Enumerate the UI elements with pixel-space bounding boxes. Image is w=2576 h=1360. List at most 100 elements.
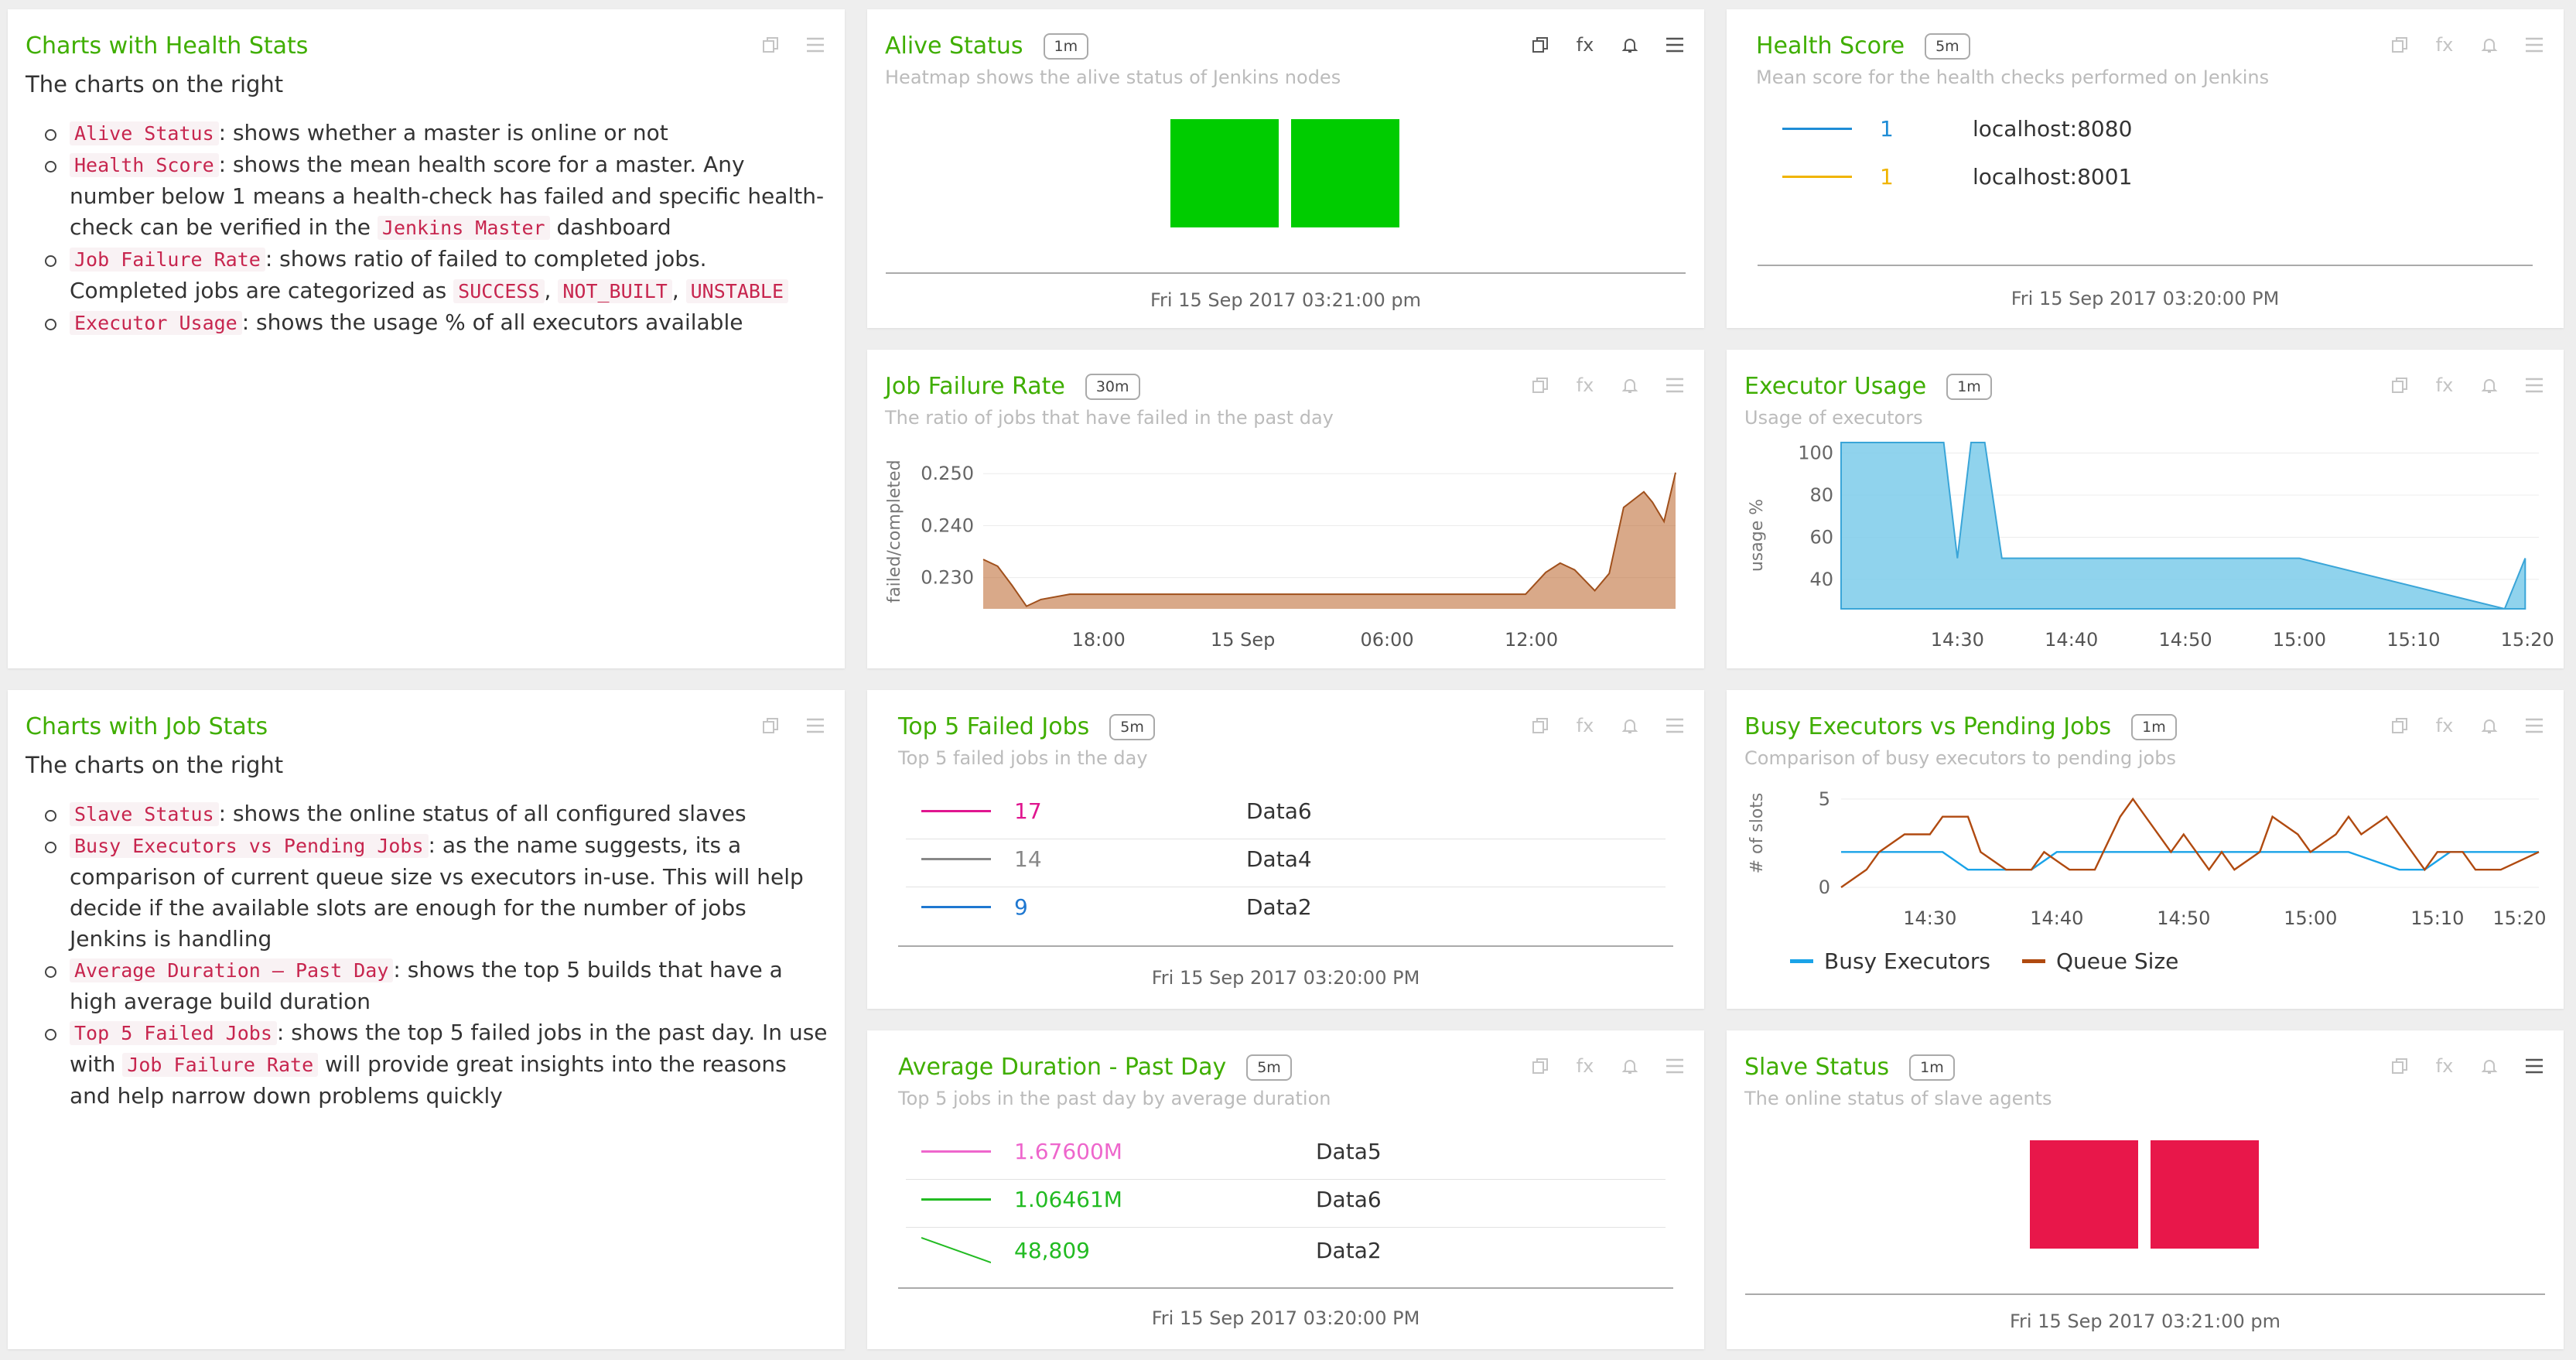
area-fill — [983, 472, 1676, 609]
row-value: 14 — [1014, 846, 1042, 872]
panel-intro: The charts on the right — [26, 752, 284, 778]
x-tick-label: 14:30 — [1931, 629, 1984, 651]
row-value: 48,809 — [1014, 1237, 1090, 1263]
code-chip: Jenkins Master — [377, 216, 550, 240]
bell-icon[interactable] — [1619, 34, 1641, 56]
menu-icon[interactable] — [805, 715, 826, 736]
panel-title: Alive Status 1m — [885, 32, 1089, 60]
bell-icon[interactable] — [2479, 1055, 2500, 1077]
x-tick-label: 15:00 — [2284, 907, 2337, 929]
panel-title: Charts with Job Stats — [26, 713, 268, 740]
fx-icon[interactable]: fx — [2434, 1055, 2455, 1077]
panel-toolbar: fx — [1529, 1055, 1686, 1077]
panel-timestamp: Fri 15 Sep 2017 03:21:00 pm — [2010, 1310, 2280, 1332]
fx-icon[interactable]: fx — [2434, 34, 2455, 56]
x-tick-label: 14:30 — [1903, 907, 1956, 929]
copy-icon[interactable] — [1529, 715, 1551, 736]
menu-icon[interactable] — [2523, 34, 2545, 56]
bell-icon[interactable] — [1619, 1055, 1641, 1077]
panel-title: Health Score 5m — [1756, 32, 1970, 60]
fx-icon[interactable]: fx — [1574, 1055, 1596, 1077]
copy-icon[interactable] — [2389, 1055, 2410, 1077]
panel-title: Slave Status 1m — [1744, 1054, 1955, 1081]
divider — [898, 1287, 1673, 1289]
row-label: localhost:8001 — [1973, 164, 2133, 190]
slave-heat-cell — [2151, 1140, 2259, 1249]
interval-badge: 1m — [1909, 1054, 1955, 1081]
interval-badge: 5m — [1109, 713, 1155, 740]
code-chip: Average Duration – Past Day — [70, 958, 394, 982]
row-swatch — [921, 858, 991, 860]
bell-icon[interactable] — [2479, 34, 2500, 56]
panel-title: Charts with Health Stats — [26, 32, 309, 60]
list-item: Job Failure Rate: shows ratio of failed … — [45, 244, 829, 307]
code-chip: Top 5 Failed Jobs — [70, 1021, 277, 1045]
busy-vs-pending-chart: 5 0 14:30 14:40 14:50 15:00 15:10 15:20 # of slo… — [1748, 788, 2547, 974]
y-tick-label: 40 — [1809, 569, 1833, 590]
row-swatch — [921, 906, 991, 908]
row-label: Data6 — [1246, 798, 1312, 824]
health-row: 1 localhost:8080 — [1782, 116, 2132, 142]
panel-toolbar: fx — [2389, 34, 2545, 56]
row-swatch — [1782, 128, 1852, 130]
y-tick-label: 0 — [1819, 876, 1830, 898]
divider — [886, 272, 1686, 274]
code-chip: Job Failure Rate — [122, 1053, 319, 1077]
legend-label: Busy Executors — [1824, 948, 1990, 974]
executor-usage-chart: 100 80 60 40 14:30 14:40 14:50 15:00 15:10 15:20 u… — [1748, 442, 2554, 651]
panel-subtitle: Heatmap shows the alive status of Jenkin… — [885, 67, 1341, 88]
code-chip: Busy Executors vs Pending Jobs — [70, 834, 429, 858]
health-row: 1 localhost:8001 — [1782, 164, 2132, 190]
row-label: Data4 — [1246, 846, 1312, 872]
copy-icon[interactable] — [760, 34, 781, 56]
job-failure-rate-panel: Job Failure Rate 30m The ratio of jobs th… — [867, 350, 1704, 668]
bell-icon[interactable] — [1619, 715, 1641, 736]
copy-icon[interactable] — [1529, 1055, 1551, 1077]
job-stats-panel: Charts with Job Stats The charts on the … — [8, 690, 845, 1349]
menu-icon[interactable] — [1664, 715, 1686, 736]
y-axis-label: # of slots — [1748, 793, 1767, 874]
list-item: Executor Usage: shows the usage % of all… — [45, 307, 829, 339]
x-tick-label: 15:10 — [2386, 629, 2440, 651]
code-chip: Health Score — [70, 153, 219, 177]
x-tick-label: 15:10 — [2410, 907, 2464, 929]
fx-icon[interactable]: fx — [1574, 34, 1596, 56]
menu-icon[interactable] — [2523, 1055, 2545, 1077]
interval-badge: 5m — [1925, 32, 1970, 60]
menu-icon[interactable] — [1664, 34, 1686, 56]
row-swatch — [921, 810, 991, 812]
y-tick-label: 0.240 — [921, 514, 974, 536]
legend-swatch — [1790, 959, 1813, 963]
health-score-panel: Health Score 5m Mean score for the health… — [1727, 9, 2564, 328]
panel-title: Top 5 Failed Jobs 5m — [898, 713, 1155, 740]
y-tick-label: 5 — [1819, 788, 1830, 810]
list-item: Health Score: shows the mean health scor… — [45, 149, 829, 244]
menu-icon[interactable] — [805, 34, 826, 56]
fx-icon[interactable]: fx — [1574, 715, 1596, 736]
row-value: 1.06461M — [1014, 1187, 1122, 1212]
list-item: Alive Status: shows whether a master is … — [45, 118, 829, 149]
copy-icon[interactable] — [2389, 34, 2410, 56]
row-divider — [906, 1227, 1666, 1228]
health-stats-panel: Charts with Health Stats The charts on t… — [8, 9, 845, 668]
list-item: 17 Data6 — [921, 798, 1312, 824]
divider — [1758, 265, 2533, 266]
copy-icon[interactable] — [1529, 34, 1551, 56]
row-value: 17 — [1014, 798, 1042, 824]
panel-subtitle: Mean score for the health checks perform… — [1756, 67, 2270, 88]
row-value: 1 — [1880, 116, 1894, 142]
x-tick-label: 14:50 — [2157, 907, 2210, 929]
list-item: Slave Status: shows the online status of… — [45, 798, 829, 830]
panel-timestamp: Fri 15 Sep 2017 03:20:00 PM — [1151, 967, 1420, 989]
list-item: Average Duration – Past Day: shows the t… — [45, 955, 829, 1017]
copy-icon[interactable] — [760, 715, 781, 736]
alive-heat-cell — [1291, 119, 1399, 227]
code-chip: UNSTABLE — [685, 279, 789, 303]
interval-badge: 5m — [1246, 1054, 1292, 1081]
panel-intro: The charts on the right — [26, 71, 284, 97]
average-duration-panel: Average Duration - Past Day 5m Top 5 jobs… — [867, 1030, 1704, 1349]
row-swatch — [921, 1150, 991, 1153]
row-label: Data6 — [1316, 1187, 1382, 1212]
menu-icon[interactable] — [1664, 1055, 1686, 1077]
x-tick-label: 18:00 — [1072, 629, 1126, 651]
